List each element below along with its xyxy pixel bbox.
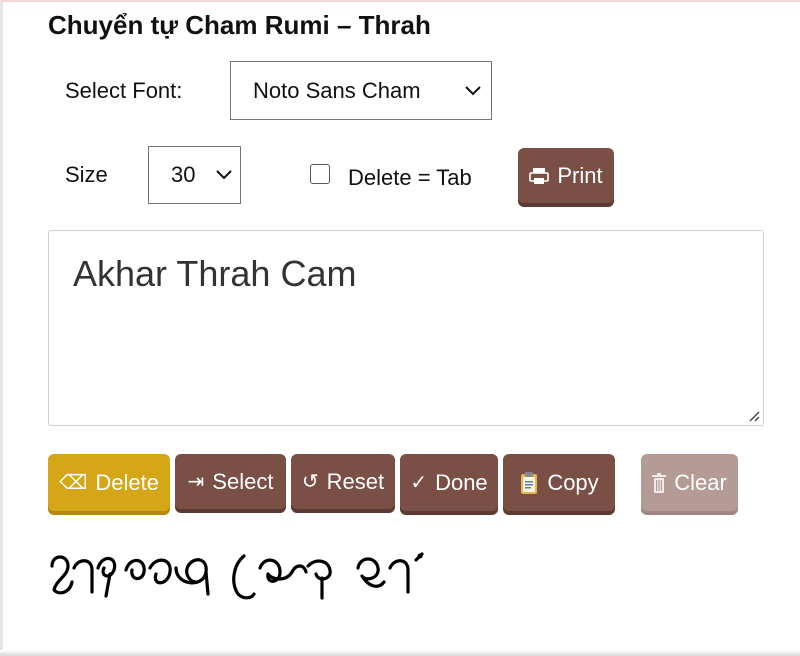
delete-label: Delete: [95, 469, 159, 495]
window-left-edge: [0, 0, 3, 656]
select-font-label: Select Font:: [65, 78, 183, 103]
copy-button[interactable]: Copy: [503, 454, 615, 511]
text-input-area[interactable]: Akhar Thrah Cam: [48, 230, 764, 426]
page-title: Chuyển tự Cham Rumi – Thrah: [48, 10, 431, 40]
reset-button[interactable]: ↺ Reset: [291, 454, 395, 509]
delete-tab-label: Delete = Tab: [348, 165, 472, 190]
printer-icon: [529, 167, 550, 184]
chevron-down-icon: [465, 85, 481, 95]
clipboard-icon: [521, 471, 538, 494]
chevron-down-icon: [216, 170, 232, 180]
tab-arrow-icon: ⇥: [187, 470, 205, 493]
delete-button[interactable]: ⌫ Delete: [48, 454, 170, 511]
print-button[interactable]: Print: [518, 148, 614, 203]
clear-button[interactable]: Clear: [641, 454, 738, 511]
clear-label: Clear: [674, 469, 727, 495]
size-select-value: 30: [171, 162, 196, 187]
done-button[interactable]: ✓ Done: [400, 454, 498, 511]
reset-icon: ↺: [301, 470, 319, 493]
cham-output-text: [50, 552, 424, 600]
resize-grip-icon[interactable]: [746, 408, 760, 422]
window-top-border: [0, 0, 800, 2]
done-label: Done: [435, 469, 488, 495]
size-label: Size: [65, 162, 108, 187]
reset-label: Reset: [326, 468, 385, 494]
font-select[interactable]: Noto Sans Cham: [230, 61, 492, 120]
check-icon: ✓: [410, 471, 428, 494]
copy-label: Copy: [547, 469, 599, 495]
print-label: Print: [557, 162, 603, 188]
trash-icon: [652, 472, 667, 493]
select-label: Select: [212, 468, 274, 494]
select-button[interactable]: ⇥ Select: [175, 454, 286, 509]
window-bottom-shadow: [0, 650, 800, 656]
backspace-icon: ⌫: [59, 471, 88, 494]
delete-tab-checkbox[interactable]: [310, 164, 330, 184]
font-select-value: Noto Sans Cham: [253, 77, 421, 103]
size-select[interactable]: 30: [148, 146, 241, 204]
text-input-content: Akhar Thrah Cam: [73, 253, 357, 294]
